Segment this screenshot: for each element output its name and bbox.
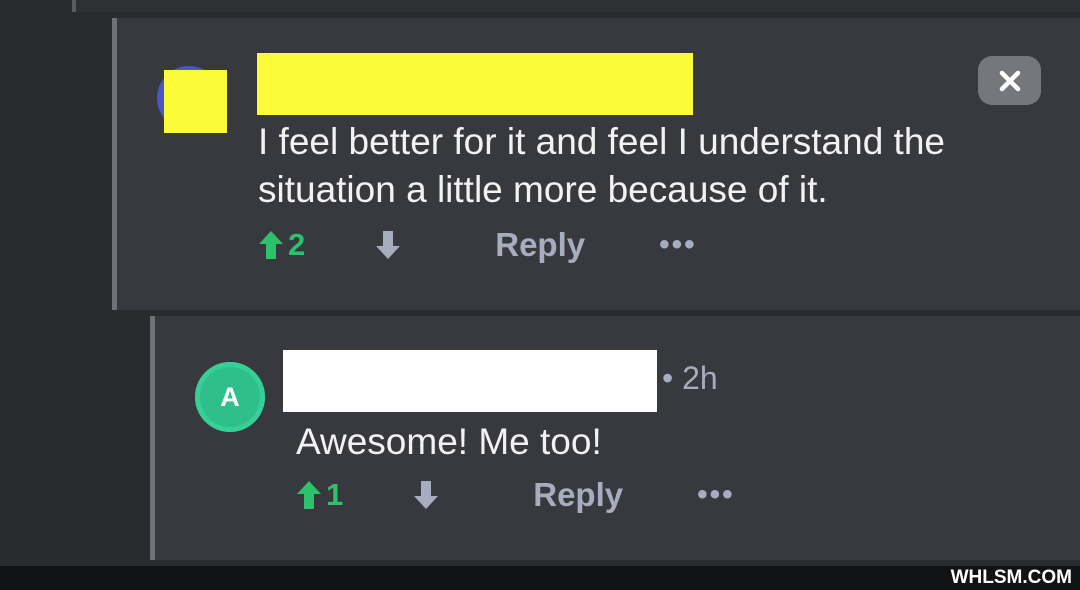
- close-icon: [999, 70, 1020, 91]
- upvote-count: 2: [288, 227, 306, 262]
- comment-actions: 1 Reply •••: [296, 476, 735, 514]
- comment-card: A • 2h Awesome! Me too! 1 Reply •••: [150, 316, 1080, 560]
- upvote-button[interactable]: 1: [296, 477, 343, 513]
- thread-line[interactable]: [150, 316, 155, 560]
- comment-text: Awesome! Me too!: [296, 421, 602, 462]
- thread-line[interactable]: [112, 18, 117, 310]
- thread-line: [72, 0, 76, 12]
- arrow-up-icon: [297, 481, 321, 509]
- reply-button[interactable]: Reply: [533, 476, 623, 514]
- downvote-button[interactable]: [375, 230, 401, 260]
- reply-button[interactable]: Reply: [495, 226, 585, 264]
- more-options-button[interactable]: •••: [659, 228, 697, 262]
- comment-card: I feel better for it and feel I understa…: [112, 18, 1080, 310]
- comment-text: I feel better for it and feel I understa…: [258, 121, 945, 210]
- username-redaction: [283, 350, 657, 412]
- arrow-up-icon: [259, 231, 283, 259]
- username-redaction: [257, 53, 693, 115]
- bottom-bar: [0, 566, 1080, 590]
- downvote-button[interactable]: [413, 480, 439, 510]
- top-strip: [74, 0, 1080, 12]
- comment-timestamp: • 2h: [662, 360, 718, 396]
- watermark: WHLSM.COM: [950, 567, 1072, 588]
- avatar[interactable]: A: [195, 362, 265, 432]
- upvote-count: 1: [326, 477, 344, 512]
- arrow-down-icon: [414, 481, 439, 509]
- upvote-button[interactable]: 2: [258, 227, 305, 263]
- avatar-redaction: [164, 70, 227, 133]
- arrow-down-icon: [376, 231, 401, 259]
- more-options-button[interactable]: •••: [697, 478, 735, 512]
- comment-actions: 2 Reply •••: [258, 226, 697, 264]
- close-button[interactable]: [978, 56, 1041, 105]
